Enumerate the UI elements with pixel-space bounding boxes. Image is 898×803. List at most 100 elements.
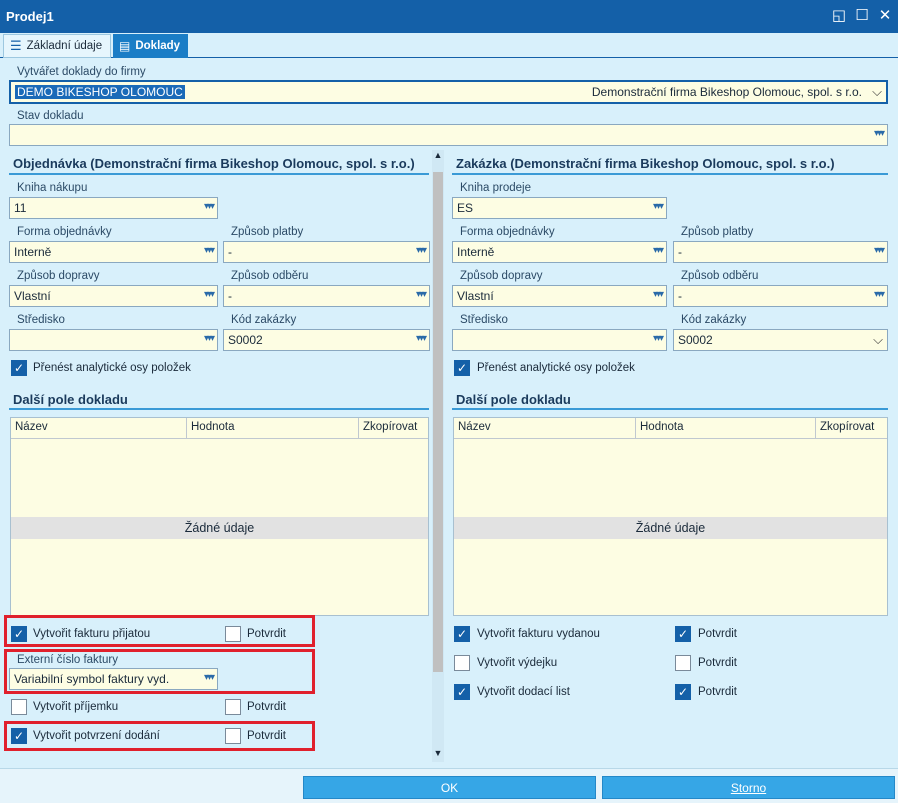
create-issue-slip-checkbox[interactable] bbox=[454, 655, 470, 671]
col-copy[interactable]: Zkopírovat bbox=[816, 418, 887, 438]
dropdown-icon[interactable]: ▾▾▾ bbox=[653, 201, 664, 212]
tab-label: Základní údaje bbox=[26, 40, 103, 52]
cancel-button[interactable]: Storno bbox=[602, 776, 895, 799]
center-select[interactable]: ▾▾▾ bbox=[452, 329, 667, 351]
dropdown-icon[interactable]: ▾▾▾ bbox=[204, 245, 215, 256]
order-form-value: Interně bbox=[14, 245, 52, 259]
center-select[interactable]: ▾▾▾ bbox=[9, 329, 218, 351]
create-delivery-note-label: Vytvořit dodací list bbox=[477, 686, 570, 698]
window-title: Prodej1 bbox=[6, 9, 54, 24]
order-form-label: Forma objednávky bbox=[17, 226, 112, 238]
col-value[interactable]: Hodnota bbox=[636, 418, 816, 438]
scroll-down-icon[interactable]: ▼ bbox=[432, 748, 444, 760]
dropdown-icon[interactable]: ▾▾▾ bbox=[416, 245, 427, 256]
ok-button[interactable]: OK bbox=[303, 776, 596, 799]
chevron-down-icon[interactable]: ⌵ bbox=[873, 332, 883, 348]
status-select[interactable]: ▾▾▾ bbox=[9, 124, 888, 146]
shipping-select[interactable]: Vlastní ▾▾▾ bbox=[9, 285, 218, 307]
dropdown-icon[interactable]: ▾▾▾ bbox=[874, 289, 885, 300]
job-code-value: S0002 bbox=[678, 333, 713, 347]
col-name[interactable]: Název bbox=[454, 418, 636, 438]
create-delivery-confirmation-label: Vytvořit potvrzení dodání bbox=[33, 730, 160, 742]
shipping-label: Způsob dopravy bbox=[460, 270, 543, 282]
dropdown-icon[interactable]: ▾▾▾ bbox=[204, 672, 215, 683]
tab-label: Doklady bbox=[135, 40, 181, 52]
order-form-select[interactable]: Interně ▾▾▾ bbox=[452, 241, 667, 263]
pickup-label: Způsob odběru bbox=[231, 270, 309, 282]
tab-documents[interactable]: ▤ Doklady bbox=[113, 34, 188, 58]
no-data-message: Žádné údaje bbox=[454, 517, 887, 539]
create-received-invoice-label: Vytvořit fakturu přijatou bbox=[33, 628, 151, 640]
col-name[interactable]: Název bbox=[11, 418, 187, 438]
dropdown-icon[interactable]: ▾▾▾ bbox=[204, 289, 215, 300]
confirm-delivery-checkbox[interactable] bbox=[225, 728, 241, 744]
job-code-value: S0002 bbox=[228, 333, 263, 347]
scrollbar-thumb[interactable] bbox=[433, 172, 443, 672]
confirm-label: Potvrdit bbox=[247, 730, 286, 742]
company-select[interactable]: DEMO BIKESHOP OLOMOUC Demonstrační firma… bbox=[9, 80, 888, 104]
create-delivery-confirmation-checkbox[interactable]: ✓ bbox=[11, 728, 27, 744]
section-divider bbox=[9, 408, 429, 410]
dropdown-icon[interactable]: ▾▾▾ bbox=[653, 245, 664, 256]
dropdown-icon[interactable]: ▾▾▾ bbox=[653, 333, 664, 344]
purchase-book-select[interactable]: 11 ▾▾▾ bbox=[9, 197, 218, 219]
confirm-issue-checkbox[interactable] bbox=[675, 655, 691, 671]
sales-book-select[interactable]: ES ▾▾▾ bbox=[452, 197, 667, 219]
transfer-axes-checkbox[interactable]: ✓ bbox=[11, 360, 27, 376]
section-divider bbox=[9, 173, 429, 175]
pickup-value: - bbox=[228, 289, 232, 303]
order-form-value: Interně bbox=[457, 245, 495, 259]
dropdown-icon[interactable]: ▾▾▾ bbox=[416, 289, 427, 300]
job-code-select[interactable]: S0002 ▾▾▾ bbox=[223, 329, 430, 351]
transfer-axes-label: Přenést analytické osy položek bbox=[33, 362, 191, 374]
dropdown-icon[interactable]: ▾▾▾ bbox=[204, 201, 215, 212]
create-delivery-note-checkbox[interactable]: ✓ bbox=[454, 684, 470, 700]
col-copy[interactable]: Zkopírovat bbox=[359, 418, 428, 438]
dropdown-icon[interactable]: ▾▾▾ bbox=[416, 333, 427, 344]
status-label: Stav dokladu bbox=[17, 110, 84, 122]
pickup-value: - bbox=[678, 289, 682, 303]
payment-select[interactable]: - ▾▾▾ bbox=[673, 241, 888, 263]
close-icon[interactable]: ✕ bbox=[876, 7, 894, 25]
external-invoice-select[interactable]: Variabilní symbol faktury vyd. ▾▾▾ bbox=[9, 668, 218, 690]
transfer-axes-checkbox[interactable]: ✓ bbox=[454, 360, 470, 376]
dropdown-icon[interactable]: ▾▾▾ bbox=[874, 128, 885, 139]
job-code-select[interactable]: S0002 ⌵ bbox=[673, 329, 888, 351]
maximize-icon[interactable]: ☐ bbox=[853, 7, 871, 25]
more-fields-grid[interactable]: Název Hodnota Zkopírovat Žádné údaje bbox=[453, 417, 888, 616]
job-code-label: Kód zakázky bbox=[681, 314, 747, 326]
section-divider bbox=[452, 173, 888, 175]
center-label: Středisko bbox=[17, 314, 65, 326]
vertical-scrollbar[interactable]: ▲ ▼ bbox=[432, 150, 444, 762]
col-value[interactable]: Hodnota bbox=[187, 418, 359, 438]
job-code-label: Kód zakázky bbox=[231, 314, 297, 326]
confirm-label: Potvrdit bbox=[698, 657, 737, 669]
create-issued-invoice-checkbox[interactable]: ✓ bbox=[454, 626, 470, 642]
grid-header: Název Hodnota Zkopírovat bbox=[11, 418, 428, 439]
more-fields-grid[interactable]: Název Hodnota Zkopírovat Žádné údaje bbox=[10, 417, 429, 616]
sales-book-label: Kniha prodeje bbox=[460, 182, 531, 194]
confirm-label: Potvrdit bbox=[247, 628, 286, 640]
create-receipt-checkbox[interactable] bbox=[11, 699, 27, 715]
tab-basic-info[interactable]: ☰ Základní údaje bbox=[3, 34, 111, 58]
grid-header: Název Hodnota Zkopírovat bbox=[454, 418, 887, 439]
scroll-up-icon[interactable]: ▲ bbox=[432, 150, 444, 162]
shipping-select[interactable]: Vlastní ▾▾▾ bbox=[452, 285, 667, 307]
confirm-invoice-checkbox[interactable] bbox=[225, 626, 241, 642]
dropdown-icon[interactable]: ▾▾▾ bbox=[653, 289, 664, 300]
order-form-select[interactable]: Interně ▾▾▾ bbox=[9, 241, 218, 263]
confirm-invoice-checkbox[interactable]: ✓ bbox=[675, 626, 691, 642]
dropdown-icon[interactable]: ▾▾▾ bbox=[874, 245, 885, 256]
chevron-down-icon[interactable]: ⌵ bbox=[872, 84, 882, 100]
pickup-select[interactable]: - ▾▾▾ bbox=[673, 285, 888, 307]
payment-select[interactable]: - ▾▾▾ bbox=[223, 241, 430, 263]
confirm-label: Potvrdit bbox=[698, 686, 737, 698]
dropdown-icon[interactable]: ▾▾▾ bbox=[204, 333, 215, 344]
restore-icon[interactable]: ◱ bbox=[830, 7, 848, 25]
tab-bar: ☰ Základní údaje ▤ Doklady bbox=[0, 33, 898, 58]
payment-value: - bbox=[678, 245, 682, 259]
pickup-select[interactable]: - ▾▾▾ bbox=[223, 285, 430, 307]
create-received-invoice-checkbox[interactable]: ✓ bbox=[11, 626, 27, 642]
confirm-delivery-checkbox[interactable]: ✓ bbox=[675, 684, 691, 700]
confirm-receipt-checkbox[interactable] bbox=[225, 699, 241, 715]
